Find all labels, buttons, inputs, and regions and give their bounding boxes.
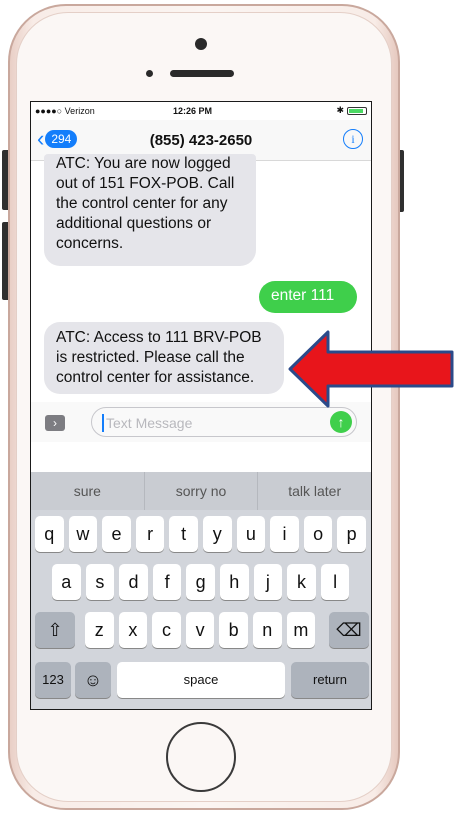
front-camera xyxy=(195,38,207,50)
key-b[interactable]: b xyxy=(219,612,248,648)
shift-key[interactable]: ⇧ xyxy=(35,612,75,648)
key-k[interactable]: k xyxy=(287,564,316,600)
status-bar: ●●●●○ Verizon 12:26 PM ✱ xyxy=(31,102,371,120)
contact-title: (855) 423-2650 xyxy=(149,132,253,149)
key-x[interactable]: x xyxy=(118,612,148,648)
key-m[interactable]: m xyxy=(286,612,316,648)
key-l[interactable]: l xyxy=(320,564,350,600)
emoji-key[interactable]: ☺ xyxy=(75,662,111,698)
prediction-3[interactable]: talk later xyxy=(258,472,371,510)
key-y[interactable]: y xyxy=(203,516,232,552)
key-n[interactable]: n xyxy=(253,612,282,648)
key-u[interactable]: u xyxy=(236,516,266,552)
return-key[interactable]: return xyxy=(291,662,369,698)
big-red-arrow-left-icon xyxy=(288,330,454,408)
prediction-2[interactable]: sorry no xyxy=(145,472,259,510)
battery-icon xyxy=(347,106,367,115)
key-w[interactable]: w xyxy=(68,516,98,552)
message-incoming: ATC: You are now logged out of 151 FOX-P… xyxy=(44,154,256,266)
send-button[interactable]: ↑ xyxy=(330,411,352,433)
key-p[interactable]: p xyxy=(337,516,366,552)
key-q[interactable]: q xyxy=(35,516,64,552)
key-t[interactable]: t xyxy=(169,516,198,552)
status-time: 12:26 PM xyxy=(173,106,213,116)
bluetooth-icon: ✱ xyxy=(336,105,344,115)
prediction-1[interactable]: sure xyxy=(31,472,145,510)
key-f[interactable]: f xyxy=(152,564,182,600)
status-right: ✱ xyxy=(336,105,367,116)
key-i[interactable]: i xyxy=(270,516,299,552)
key-c[interactable]: c xyxy=(152,612,181,648)
key-s[interactable]: s xyxy=(85,564,115,600)
key-j[interactable]: j xyxy=(253,564,283,600)
key-g[interactable]: g xyxy=(186,564,215,600)
message-placeholder: Text Message xyxy=(106,415,193,431)
delete-key[interactable]: ⌫ xyxy=(329,612,369,648)
proximity-sensor xyxy=(146,70,153,77)
key-o[interactable]: o xyxy=(303,516,333,552)
message-outgoing: enter 111 xyxy=(259,281,357,313)
key-h[interactable]: h xyxy=(220,564,249,600)
predictive-bar: sure sorry no talk later xyxy=(31,472,371,510)
key-d[interactable]: d xyxy=(119,564,148,600)
info-icon[interactable]: i xyxy=(343,129,363,149)
key-v[interactable]: v xyxy=(185,612,215,648)
text-cursor xyxy=(102,414,104,432)
key-a[interactable]: a xyxy=(52,564,81,600)
earpiece-speaker xyxy=(170,70,234,77)
key-z[interactable]: z xyxy=(85,612,114,648)
carrier-label: ●●●●○ Verizon xyxy=(35,106,95,116)
message-input[interactable]: Text Message ↑ xyxy=(91,407,357,437)
numbers-key[interactable]: 123 xyxy=(35,662,71,698)
home-button[interactable] xyxy=(166,722,236,792)
space-key[interactable]: space xyxy=(117,662,285,698)
apps-button[interactable]: › xyxy=(45,415,65,431)
keyboard: sure sorry no talk later qwertyuiop asdf… xyxy=(31,472,371,709)
key-e[interactable]: e xyxy=(102,516,131,552)
key-r[interactable]: r xyxy=(135,516,165,552)
message-incoming: ATC: Access to 111 BRV-POB is restricted… xyxy=(44,322,284,394)
